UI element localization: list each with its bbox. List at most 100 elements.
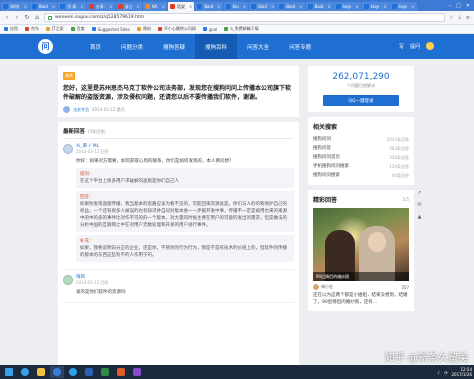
- browser-tab[interactable]: NA ×: [142, 2, 167, 11]
- tab-close-icon[interactable]: ×: [355, 4, 358, 9]
- tab-close-icon[interactable]: ×: [52, 4, 55, 9]
- back-icon[interactable]: ‹: [4, 14, 10, 21]
- taskbar-app[interactable]: [82, 366, 96, 378]
- featured-user[interactable]: 嗨小金: [313, 284, 333, 290]
- answer-text: 发的是你们软件的资源吗: [76, 290, 126, 295]
- minimize-icon[interactable]: –: [449, 3, 452, 9]
- asker-name[interactable]: 法务专员: [73, 107, 89, 113]
- bookmark-item[interactable]: 原创: [136, 26, 151, 32]
- tab-close-icon[interactable]: ×: [383, 4, 386, 9]
- header-right: 写 提问: [399, 42, 434, 50]
- taskbar-app[interactable]: [18, 366, 32, 378]
- share-icon[interactable]: ↗: [417, 190, 421, 196]
- user-avatar[interactable]: [426, 42, 434, 50]
- site-logo[interactable]: 问: [38, 39, 53, 54]
- reload-icon[interactable]: ↻: [24, 14, 30, 21]
- tab-close-icon[interactable]: ×: [162, 4, 165, 9]
- browser-tab[interactable]: 如何(×: [1, 2, 29, 11]
- related-item[interactable]: 搜狗问问搜索 44条回答: [313, 171, 409, 180]
- clock[interactable]: 12:54 2017/1/26: [451, 367, 472, 377]
- tab-close-icon[interactable]: ×: [24, 4, 27, 9]
- browser-tab[interactable]: 浙江 ×: [115, 2, 142, 11]
- nav-item[interactable]: 首页: [80, 34, 111, 59]
- nav-item[interactable]: 问答专题: [279, 34, 321, 59]
- download-icon[interactable]: ↓: [458, 15, 462, 21]
- browser-tab[interactable]: Baid ×: [277, 2, 305, 11]
- star-icon[interactable]: ☆: [449, 15, 453, 21]
- browser-tab[interactable]: taiyı ×: [361, 2, 389, 11]
- browser-tab[interactable]: Baid ×: [29, 2, 58, 11]
- bookmark-item[interactable]: 百度: [70, 26, 85, 32]
- bookmark-item[interactable]: 应用: [4, 26, 18, 32]
- tab-close-icon[interactable]: ×: [327, 4, 330, 9]
- related-count: 2043条回答: [386, 137, 409, 142]
- taskbar-app[interactable]: [114, 366, 128, 378]
- tab-close-icon[interactable]: ×: [411, 4, 414, 9]
- bookmark-item[interactable]: 京东: [25, 26, 39, 32]
- related-item[interactable]: 搜狗问答 383条回答: [313, 144, 409, 153]
- taskbar-app[interactable]: [66, 366, 80, 378]
- answerer-avatar[interactable]: [63, 144, 73, 154]
- browser-tab[interactable]: 话说 ×: [167, 2, 195, 11]
- forward-icon[interactable]: ›: [14, 14, 20, 21]
- taskbar-app[interactable]: [34, 366, 48, 378]
- browser-tab[interactable]: Baid ×: [195, 2, 223, 11]
- start-button[interactable]: [2, 366, 16, 378]
- network-icon[interactable]: ◔: [444, 370, 448, 375]
- browser-tab[interactable]: 分享: ×: [86, 2, 115, 11]
- tab-close-icon[interactable]: ×: [299, 4, 302, 9]
- watermark-text: 知乎 @新条久留美: [384, 353, 468, 364]
- bookmark-icon: [4, 27, 8, 31]
- featured-photo[interactable]: 90后情侣的婚纱照: [313, 208, 409, 281]
- quote-label: 提问：: [80, 172, 94, 177]
- taskbar-app[interactable]: [98, 366, 112, 378]
- related-label: 搜狗问答: [313, 146, 331, 151]
- asker-avatar[interactable]: [63, 106, 70, 113]
- bookmark-item[interactable]: JT之家: [46, 26, 64, 32]
- tab-close-icon[interactable]: ×: [189, 4, 192, 9]
- taskbar-app[interactable]: [130, 366, 144, 378]
- qq-login-button[interactable]: QQ一键登录: [323, 95, 399, 106]
- home-icon[interactable]: ⌂: [34, 14, 40, 21]
- nav-item[interactable]: 搜狗答疑: [153, 34, 195, 59]
- nav-item[interactable]: 搜狗百科: [195, 34, 238, 59]
- tab-close-icon[interactable]: ×: [271, 4, 274, 9]
- ask-link[interactable]: 提问: [410, 43, 420, 50]
- volume-icon[interactable]: ♪: [437, 370, 440, 375]
- taskbar-app[interactable]: [50, 366, 64, 378]
- related-item[interactable]: 搜狗问问 2043条回答: [313, 135, 409, 144]
- close-window-icon[interactable]: ✕: [466, 3, 470, 9]
- featured-pager[interactable]: 1/5: [403, 197, 409, 202]
- bookmark-item[interactable]: 不小心删除公司网: [157, 26, 196, 32]
- feedback-icon[interactable]: ✉: [417, 202, 421, 208]
- bookmark-item[interactable]: a_免费邮箱下载: [224, 26, 259, 32]
- menu-icon[interactable]: ≡: [466, 15, 470, 21]
- tab-label: 浙江: [124, 3, 133, 9]
- write-link[interactable]: 写: [399, 43, 404, 50]
- back-to-top-icon[interactable]: ▲: [418, 214, 422, 220]
- tab-favicon-icon: [144, 4, 150, 9]
- nav-item[interactable]: 问答大全: [237, 34, 279, 59]
- browser-tab[interactable]: taiyı ×: [333, 2, 361, 11]
- tab-close-icon[interactable]: ×: [109, 4, 112, 9]
- address-text[interactable]: wenwen.sogou.com/z/q528579619.htm: [55, 15, 144, 20]
- browser-tab[interactable]: Baid ×: [305, 2, 333, 11]
- tab-close-icon[interactable]: ×: [137, 4, 140, 9]
- bookmark-item[interactable]: Suggested Sites: [91, 27, 130, 32]
- tab-close-icon[interactable]: ×: [217, 4, 220, 9]
- featured-caption: 90后情侣的婚纱照: [313, 272, 409, 281]
- tab-close-icon[interactable]: ×: [243, 4, 246, 9]
- answerer-avatar[interactable]: [63, 275, 73, 285]
- bookmark-icon: [224, 27, 229, 31]
- browser-tab[interactable]: blu ×: [223, 2, 249, 11]
- tab-close-icon[interactable]: ×: [80, 4, 83, 9]
- related-item[interactable]: 手机搜狗问问搜索 129条回答: [313, 162, 409, 171]
- browser-tab[interactable]: Baid ×: [249, 2, 277, 11]
- bookmark-item[interactable]: gcal: [202, 27, 217, 32]
- browser-tab[interactable]: 吊 如 ×: [58, 2, 86, 11]
- nav-item[interactable]: 问题分类: [111, 34, 153, 59]
- browser-tab[interactable]: taiyı ×: [389, 2, 417, 11]
- maximize-icon[interactable]: □: [456, 3, 461, 9]
- address-bar[interactable]: wenwen.sogou.com/z/q528579619.htm: [44, 13, 446, 22]
- related-item[interactable]: 搜狗问问首页 326条回答: [313, 153, 409, 162]
